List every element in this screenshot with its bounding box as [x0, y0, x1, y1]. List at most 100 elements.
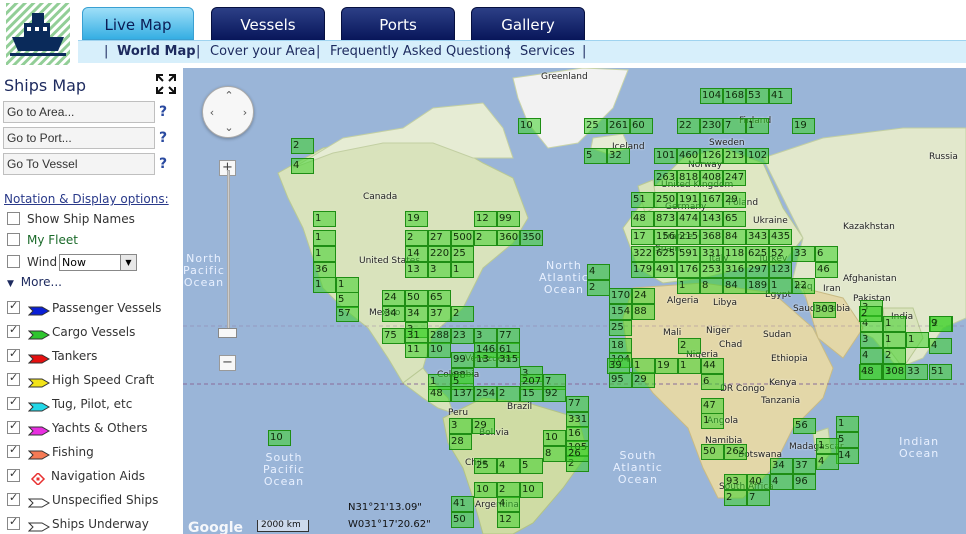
ship-count-tile[interactable]: 12: [474, 211, 497, 227]
ship-count-tile[interactable]: 213: [723, 148, 746, 164]
ship-count-tile[interactable]: 9: [929, 316, 952, 332]
ship-count-tile[interactable]: 33: [792, 246, 815, 262]
ship-count-tile[interactable]: 168: [723, 88, 746, 104]
tab-live-map[interactable]: Live Map: [82, 7, 194, 40]
ship-count-tile[interactable]: 1: [746, 118, 769, 134]
legend-checkbox[interactable]: [7, 395, 20, 410]
legend-checkbox[interactable]: [7, 371, 20, 386]
ship-count-tile[interactable]: 37: [428, 306, 451, 322]
ship-count-tile[interactable]: 1: [678, 358, 701, 374]
legend-checkbox[interactable]: [7, 299, 20, 314]
ship-count-tile[interactable]: 34: [382, 306, 405, 322]
ship-count-tile[interactable]: 137: [451, 386, 474, 402]
ship-count-tile[interactable]: 12: [497, 512, 520, 528]
ship-count-tile[interactable]: 154: [609, 304, 632, 320]
ship-count-tile[interactable]: 500: [451, 230, 474, 246]
zoom-slider-thumb[interactable]: [218, 328, 237, 338]
ship-count-tile[interactable]: 84: [723, 278, 746, 294]
ship-count-tile[interactable]: 40: [747, 474, 770, 490]
ship-count-tile[interactable]: 343: [746, 229, 769, 245]
ship-count-tile[interactable]: 170: [609, 288, 632, 304]
ship-count-tile[interactable]: 176: [677, 262, 700, 278]
ship-count-tile[interactable]: 474: [677, 211, 700, 227]
ship-count-tile[interactable]: 2: [883, 348, 906, 364]
ship-count-tile[interactable]: 36: [313, 262, 336, 278]
ship-count-tile[interactable]: 15: [520, 386, 543, 402]
ship-count-tile[interactable]: 37: [793, 458, 816, 474]
ship-count-tile[interactable]: 3: [428, 262, 451, 278]
show-ship-names-checkbox[interactable]: [7, 212, 20, 225]
notation-display-options-link[interactable]: Notation & Display options:: [4, 192, 169, 206]
ship-count-tile[interactable]: 13: [474, 352, 497, 368]
ship-count-tile[interactable]: 77: [566, 396, 589, 412]
ship-count-tile[interactable]: 24: [382, 290, 405, 306]
ship-count-tile[interactable]: 56: [793, 418, 816, 434]
ship-count-tile[interactable]: 48: [428, 386, 451, 402]
ship-count-tile[interactable]: 25: [609, 320, 632, 336]
fullscreen-icon[interactable]: [155, 73, 177, 95]
ship-count-tile[interactable]: 34: [770, 458, 793, 474]
ship-count-tile[interactable]: 10: [518, 118, 541, 134]
ship-count-tile[interactable]: 22: [677, 118, 700, 134]
pan-down-icon[interactable]: ⌄: [222, 121, 236, 135]
ship-count-tile[interactable]: 41: [769, 88, 792, 104]
ship-count-tile[interactable]: 6: [815, 246, 838, 262]
ship-count-tile[interactable]: 818: [677, 170, 700, 186]
ship-count-tile[interactable]: 2: [678, 338, 701, 354]
ship-count-tile[interactable]: 591: [677, 246, 700, 262]
ship-count-tile[interactable]: 118: [723, 246, 746, 262]
ship-count-tile[interactable]: 253: [700, 262, 723, 278]
pan-up-icon[interactable]: ⌃: [222, 89, 236, 103]
ship-count-tile[interactable]: 96: [793, 474, 816, 490]
ship-count-tile[interactable]: 261: [607, 118, 630, 134]
ship-count-tile[interactable]: 189: [746, 278, 769, 294]
ship-count-tile[interactable]: 44: [701, 358, 724, 374]
ship-count-tile[interactable]: 19: [405, 211, 428, 227]
ship-count-tile[interactable]: 2: [405, 230, 428, 246]
ship-count-tile[interactable]: 25: [451, 246, 474, 262]
ship-count-tile[interactable]: 33: [905, 364, 928, 380]
ship-count-tile[interactable]: 88: [632, 304, 655, 320]
zoom-slider-track[interactable]: [227, 170, 230, 338]
zoom-out-button[interactable]: −: [219, 355, 236, 371]
ship-count-tile[interactable]: 4: [770, 474, 793, 490]
ship-count-tile[interactable]: 625: [654, 246, 677, 262]
pan-left-icon[interactable]: ‹: [205, 106, 219, 120]
go-to-port-input[interactable]: [3, 127, 155, 149]
ship-count-tile[interactable]: 491: [654, 262, 677, 278]
ship-count-tile[interactable]: 1: [883, 316, 906, 332]
ship-count-tile[interactable]: 65: [428, 290, 451, 306]
pan-right-icon[interactable]: ›: [238, 106, 252, 120]
ship-count-tile[interactable]: 1: [906, 332, 929, 348]
ship-count-tile[interactable]: 53: [746, 88, 769, 104]
ship-count-tile[interactable]: 1: [883, 332, 906, 348]
legend-checkbox[interactable]: [7, 515, 20, 530]
ship-count-tile[interactable]: 46: [815, 262, 838, 278]
ship-count-tile[interactable]: 1: [336, 277, 359, 293]
ship-count-tile[interactable]: 350: [520, 230, 543, 246]
ship-count-tile[interactable]: 65: [723, 211, 746, 227]
ship-count-tile[interactable]: 1: [451, 262, 474, 278]
ship-count-tile[interactable]: 247: [723, 170, 746, 186]
ship-count-tile[interactable]: 2: [291, 138, 314, 154]
ship-count-tile[interactable]: 7: [747, 490, 770, 506]
ship-count-tile[interactable]: 19: [792, 118, 815, 134]
ship-count-tile[interactable]: 4: [860, 348, 883, 364]
ship-count-tile[interactable]: 14: [405, 246, 428, 262]
ship-count-tile[interactable]: 625: [746, 246, 769, 262]
ship-count-tile[interactable]: 2: [859, 306, 882, 322]
ship-count-tile[interactable]: 1: [816, 438, 839, 454]
ship-count-tile[interactable]: 4: [929, 338, 952, 354]
ship-count-tile[interactable]: 50: [701, 444, 724, 460]
ship-count-tile[interactable]: 303: [813, 302, 836, 318]
subnav-faq[interactable]: Frequently Asked Questions: [330, 44, 511, 59]
ship-count-tile[interactable]: 104: [700, 88, 723, 104]
ship-count-tile[interactable]: 316: [723, 262, 746, 278]
map-canvas[interactable]: GreenlandCanadaUnited StatesMexicoColomb…: [183, 68, 966, 534]
ship-count-tile[interactable]: 29: [632, 372, 655, 388]
ship-count-tile[interactable]: 17: [631, 229, 654, 245]
ship-count-tile[interactable]: 4: [816, 454, 839, 470]
ship-count-tile[interactable]: 4: [497, 496, 520, 512]
subnav-cover-your-area[interactable]: Cover your Area: [210, 44, 315, 59]
ship-count-tile[interactable]: 1: [313, 246, 336, 262]
